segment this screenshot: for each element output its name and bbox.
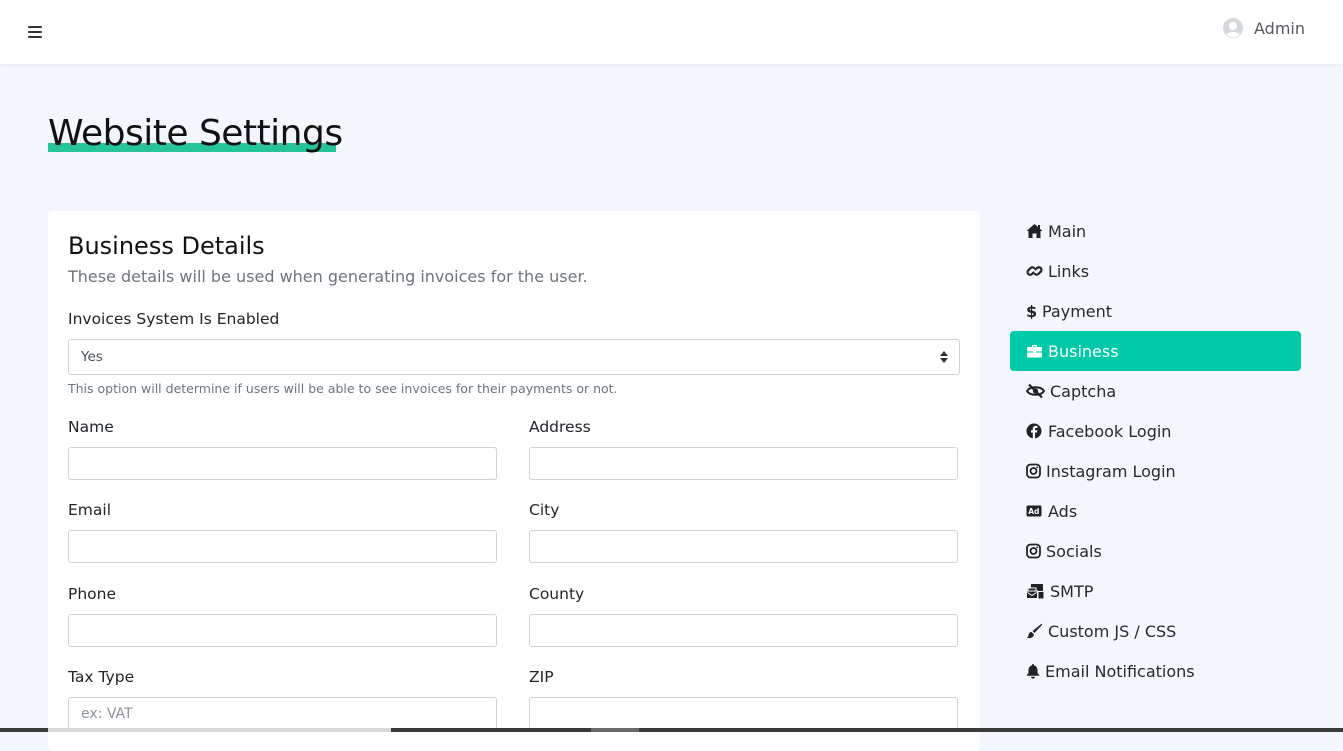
horizontal-scrollbar[interactable] <box>0 728 1343 732</box>
invoices-enabled-value: Yes <box>81 349 103 365</box>
nav-item-label: Custom JS / CSS <box>1048 621 1177 641</box>
nav-item-label: Email Notifications <box>1045 661 1195 681</box>
nav-item-instagram-login[interactable]: Instagram Login <box>1010 451 1301 491</box>
nav-item-captcha[interactable]: Captcha <box>1010 371 1301 411</box>
nav-item-label: Main <box>1048 221 1087 241</box>
user-menu[interactable]: Admin <box>1223 18 1305 38</box>
card-description: These details will be used when generati… <box>68 267 588 286</box>
svg-text:Ad: Ad <box>1028 507 1039 516</box>
ad-icon: Ad <box>1026 503 1043 519</box>
paint-brush-icon <box>1026 623 1043 639</box>
city-label: City <box>529 501 560 519</box>
name-label: Name <box>68 418 114 436</box>
user-name: Admin <box>1254 18 1305 38</box>
nav-item-label: Captcha <box>1050 381 1117 401</box>
nav-item-custom-js-css[interactable]: Custom JS / CSS <box>1010 611 1301 651</box>
invoices-enabled-select[interactable]: Yes <box>68 339 960 375</box>
card-title: Business Details <box>68 232 265 260</box>
dollar-icon: $ <box>1026 303 1037 319</box>
nav-item-label: Socials <box>1046 541 1102 561</box>
city-input[interactable] <box>529 530 958 563</box>
phone-label: Phone <box>68 585 117 603</box>
facebook-icon <box>1026 423 1043 439</box>
top-bar: Admin <box>0 0 1343 64</box>
nav-item-facebook-login[interactable]: Facebook Login <box>1010 411 1301 451</box>
briefcase-icon <box>1026 343 1043 359</box>
phone-input[interactable] <box>68 614 497 647</box>
nav-item-ads[interactable]: Ad Ads <box>1010 491 1301 531</box>
email-label: Email <box>68 501 112 519</box>
nav-item-label: Payment <box>1042 301 1113 321</box>
business-details-card: Business Details These details will be u… <box>48 211 980 751</box>
invoices-help-text: This option will determine if users will… <box>68 381 618 396</box>
nav-item-links[interactable]: Links <box>1010 251 1301 291</box>
tax-type-input[interactable] <box>68 697 497 730</box>
mail-bulk-icon <box>1026 583 1045 599</box>
nav-item-label: Business <box>1048 341 1119 361</box>
user-avatar-icon <box>1223 18 1243 38</box>
hamburger-icon[interactable] <box>28 26 42 38</box>
link-icon <box>1026 263 1043 279</box>
nav-item-label: Facebook Login <box>1048 421 1172 441</box>
tax-type-label: Tax Type <box>68 668 135 686</box>
email-input[interactable] <box>68 530 497 563</box>
instagram-icon <box>1026 463 1041 479</box>
nav-item-label: Links <box>1048 261 1090 281</box>
page-title: Website Settings <box>48 113 343 154</box>
address-input[interactable] <box>529 447 958 480</box>
nav-item-payment[interactable]: $ Payment <box>1010 291 1301 331</box>
nav-item-business[interactable]: Business <box>1010 331 1301 371</box>
bell-icon <box>1026 663 1040 679</box>
nav-item-label: Instagram Login <box>1046 461 1176 481</box>
county-label: County <box>529 585 585 603</box>
zip-label: ZIP <box>529 668 554 686</box>
nav-item-label: Ads <box>1048 501 1078 521</box>
county-input[interactable] <box>529 614 958 647</box>
home-icon <box>1026 223 1043 239</box>
nav-item-main[interactable]: Main <box>1010 211 1301 251</box>
eye-slash-icon <box>1026 383 1045 399</box>
invoices-enabled-label: Invoices System Is Enabled <box>68 310 280 328</box>
address-label: Address <box>529 418 591 436</box>
svg-text:$: $ <box>1026 303 1037 319</box>
nav-item-label: SMTP <box>1050 581 1094 601</box>
select-caret-icon <box>940 351 948 363</box>
scrollbar-track-highlight <box>48 728 391 732</box>
nav-item-smtp[interactable]: SMTP <box>1010 571 1301 611</box>
zip-input[interactable] <box>529 697 958 730</box>
nav-item-socials[interactable]: Socials <box>1010 531 1301 571</box>
scrollbar-thumb[interactable] <box>591 728 639 732</box>
name-input[interactable] <box>68 447 497 480</box>
nav-item-email-notifications[interactable]: Email Notifications <box>1010 651 1301 691</box>
instagram-icon <box>1026 543 1041 559</box>
